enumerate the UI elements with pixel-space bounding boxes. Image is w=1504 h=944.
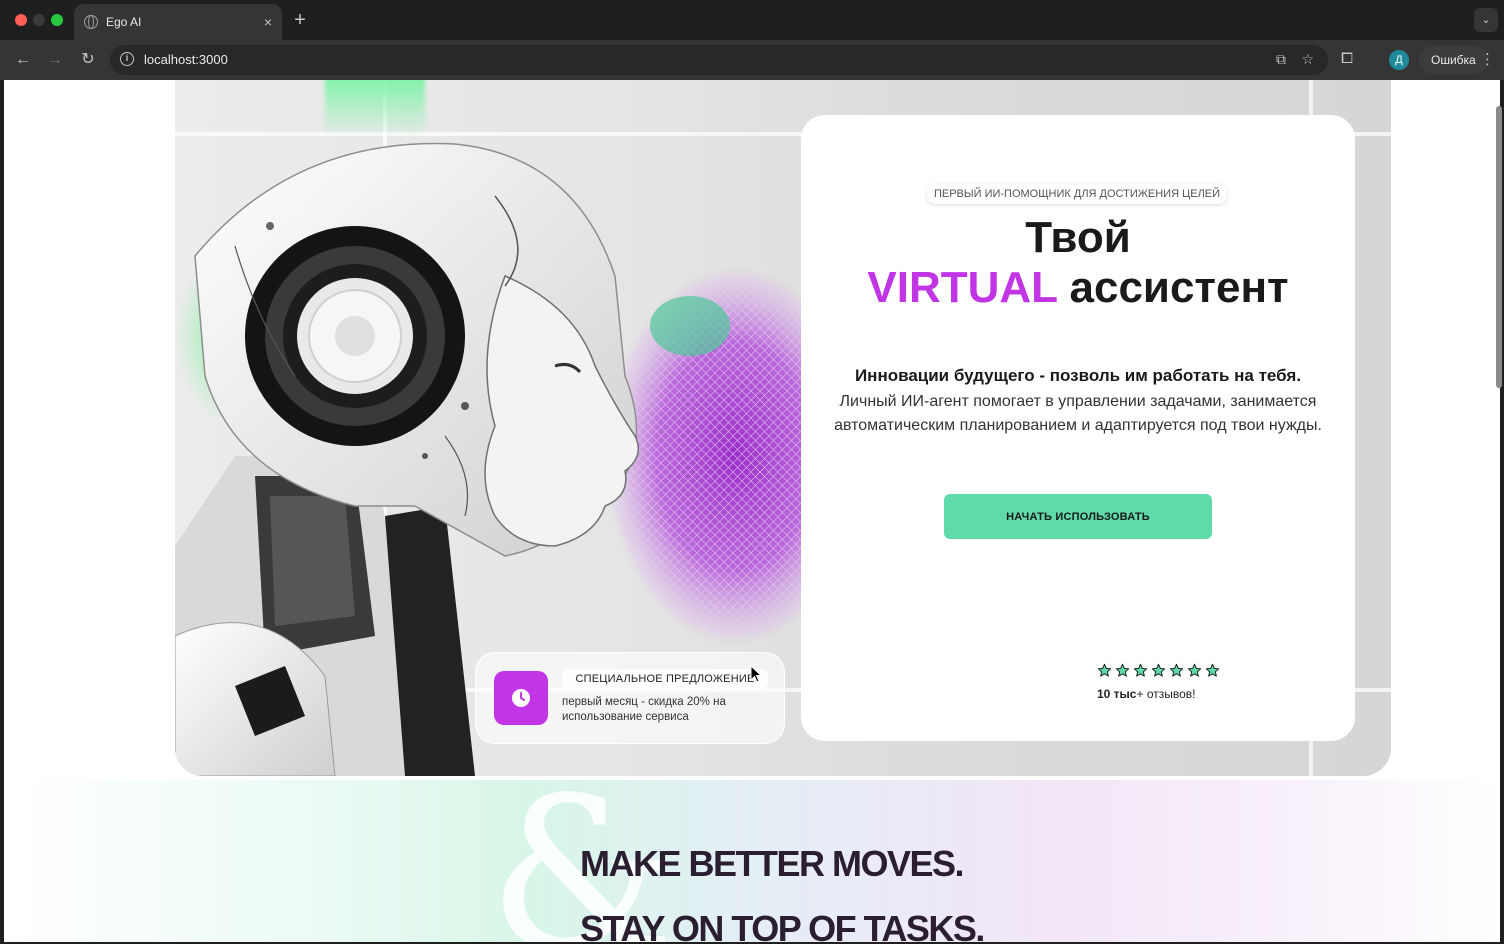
tagline-line1: MAKE BETTER MOVES. — [580, 843, 965, 884]
special-offer-text: первый месяц - скидка 20% на использован… — [562, 696, 726, 723]
hero-section: СПЕЦИАЛЬНОЕ ПРЕДЛОЖЕНИЕ первый месяц - с… — [175, 80, 1391, 776]
tab-title: Ego AI — [106, 15, 142, 29]
star-icon — [1205, 663, 1220, 677]
star-icon — [1133, 663, 1148, 677]
hero-description: Личный ИИ-агент помогает в управлении за… — [834, 393, 1322, 434]
star-icon — [1151, 663, 1166, 677]
page-viewport: СПЕЦИАЛЬНОЕ ПРЕДЛОЖЕНИЕ первый месяц - с… — [4, 80, 1500, 942]
error-chip[interactable]: Ошибка — [1419, 46, 1488, 74]
hero-badge: ПЕРВЫЙ ИИ-ПОМОЩНИК ДЛЯ ДОСТИЖЕНИЯ ЦЕЛЕЙ — [927, 184, 1227, 204]
star-icon — [1169, 663, 1184, 677]
reviews-count: 10 тыс+ отзывов! — [1097, 687, 1195, 701]
special-offer-label: СПЕЦИАЛЬНОЕ ПРЕДЛОЖЕНИЕ — [562, 669, 768, 689]
window-minimize-button[interactable] — [33, 14, 45, 26]
browser-tabbar: Ego AI × + ⌄ — [0, 0, 1504, 40]
tab-close-icon[interactable]: × — [264, 14, 272, 30]
tagline-section: & MAKE BETTER MOVES. STAY ON TOP OF TASK… — [4, 770, 1500, 942]
special-offer-card[interactable]: СПЕЦИАЛЬНОЕ ПРЕДЛОЖЕНИЕ первый месяц - с… — [475, 652, 785, 744]
hero-title-line1: Твой — [1025, 213, 1131, 262]
reviews-number: 10 тыс — [1097, 687, 1137, 701]
hero-card: ПЕРВЫЙ ИИ-ПОМОЩНИК ДЛЯ ДОСТИЖЕНИЯ ЦЕЛЕЙ … — [801, 115, 1355, 741]
globe-icon — [84, 15, 98, 29]
browser-tab[interactable]: Ego AI × — [74, 4, 282, 40]
hero-title-rest: ассистент — [1069, 263, 1289, 312]
reviews-suffix: + отзывов! — [1136, 687, 1196, 701]
clock-icon — [494, 671, 548, 725]
start-using-button[interactable]: НАЧАТЬ ИСПОЛЬЗОВАТЬ — [944, 494, 1212, 539]
address-url[interactable]: localhost:3000 — [144, 52, 228, 67]
new-tab-button[interactable]: + — [290, 9, 310, 32]
rating-stars — [1097, 663, 1220, 678]
window-maximize-button[interactable] — [51, 14, 63, 26]
tab-search-chevron-icon[interactable]: ⌄ — [1474, 8, 1498, 32]
back-arrow-icon[interactable]: ← — [12, 49, 34, 71]
hero-title-accent: VIRTUAL — [867, 263, 1058, 312]
bookmark-star-icon[interactable]: ☆ — [1301, 51, 1314, 68]
extensions-puzzle-icon[interactable]: ⧠ — [1341, 50, 1353, 67]
hero-title-line2: VIRTUAL ассистент — [801, 263, 1355, 313]
profile-avatar[interactable]: Д — [1389, 50, 1409, 70]
mouse-cursor-icon — [750, 665, 762, 683]
star-icon — [1097, 663, 1112, 677]
window-close-button[interactable] — [15, 14, 27, 26]
translate-icon[interactable]: ⧉ — [1276, 51, 1286, 68]
star-icon — [1115, 663, 1130, 677]
browser-menu-icon[interactable]: ⋮ — [1480, 50, 1495, 68]
browser-toolbar: ← → ↻ i localhost:3000 ⧉ ☆ ⧠ Д Ошибка ⋮ — [0, 40, 1504, 80]
tagline-line2: STAY ON TOP OF TASKS. — [580, 908, 985, 942]
hero-lead: Инновации будущего - позволь им работать… — [854, 366, 1302, 385]
site-info-icon[interactable]: i — [120, 52, 134, 66]
page-scrollbar[interactable] — [1496, 106, 1502, 388]
address-bar[interactable]: i localhost:3000 ⧉ ☆ — [110, 45, 1328, 75]
forward-arrow-icon[interactable]: → — [44, 49, 66, 71]
star-icon — [1187, 663, 1202, 677]
reload-icon[interactable]: ↻ — [77, 49, 99, 71]
